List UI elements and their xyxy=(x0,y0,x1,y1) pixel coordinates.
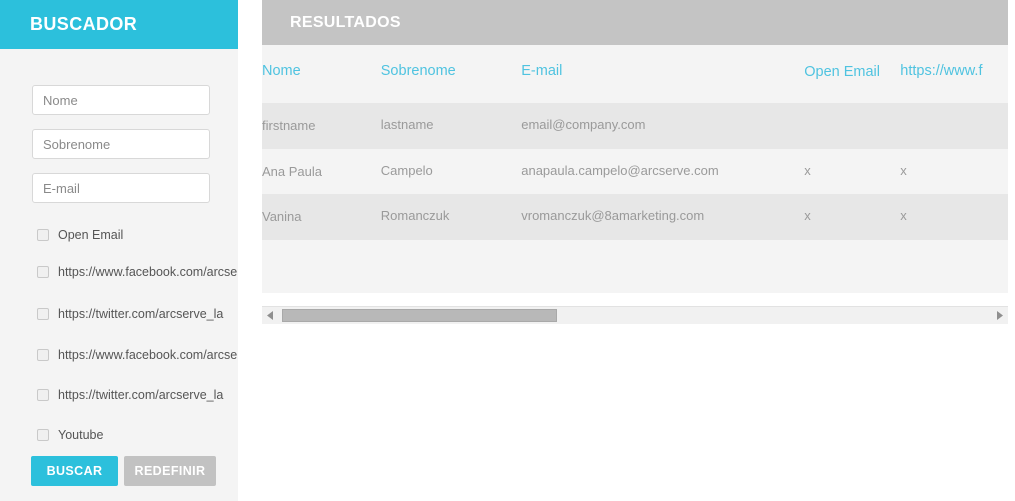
cell-email: email@company.com xyxy=(521,103,805,149)
nome-input[interactable] xyxy=(32,85,210,115)
search-panel: BUSCADOR Open Email https://www.facebook… xyxy=(0,0,238,501)
column-header-open-email[interactable]: Open Email xyxy=(804,45,901,103)
checkbox-label-facebook-1: https://www.facebook.com/arcservela xyxy=(58,265,238,279)
cell-nome: firstname xyxy=(262,103,381,149)
column-header-email[interactable]: E-mail xyxy=(521,45,805,103)
cell-sobrenome: Romanczuk xyxy=(380,194,522,240)
checkbox-facebook-1[interactable] xyxy=(37,266,49,278)
checkbox-twitter-1[interactable] xyxy=(37,308,49,320)
checkbox-label-twitter-2: https://twitter.com/arcserve_la xyxy=(58,388,224,402)
results-table: Nome Sobrenome E-mail Open Email https:/… xyxy=(262,45,1008,240)
column-header-nome[interactable]: Nome xyxy=(262,45,381,103)
search-button[interactable]: BUSCAR xyxy=(31,456,118,486)
scrollbar-track[interactable] xyxy=(278,307,992,324)
cell-facebook: x xyxy=(900,194,1008,240)
scroll-right-arrow-icon[interactable] xyxy=(992,307,1008,324)
column-header-facebook[interactable]: https://www.f xyxy=(900,45,1008,103)
checkbox-row-facebook-1[interactable]: https://www.facebook.com/arcservela xyxy=(33,263,238,281)
checkbox-row-youtube[interactable]: Youtube xyxy=(33,426,103,444)
cell-email: anapaula.campelo@arcserve.com xyxy=(521,148,805,195)
checkbox-row-twitter-1[interactable]: https://twitter.com/arcserve_la xyxy=(33,305,223,323)
cell-open-email xyxy=(804,103,901,149)
results-panel-header: RESULTADOS xyxy=(262,0,1008,45)
cell-sobrenome: lastname xyxy=(380,103,522,149)
results-panel-title: RESULTADOS xyxy=(290,13,401,31)
table-row[interactable]: Ana Paula Campelo anapaula.campelo@arcse… xyxy=(262,148,1008,195)
cell-open-email: x xyxy=(804,148,901,195)
checkbox-row-open-email[interactable]: Open Email xyxy=(33,226,123,244)
checkbox-label-open-email: Open Email xyxy=(58,228,124,242)
scroll-left-arrow-icon[interactable] xyxy=(262,307,278,324)
cell-nome: Ana Paula xyxy=(262,148,381,195)
cell-sobrenome: Campelo xyxy=(380,148,522,195)
email-input[interactable] xyxy=(32,173,210,203)
results-table-head: Nome Sobrenome E-mail Open Email https:/… xyxy=(262,45,1008,103)
checkbox-row-twitter-2[interactable]: https://twitter.com/arcserve_la xyxy=(33,386,223,404)
cell-facebook xyxy=(900,103,1008,149)
table-row[interactable]: Vanina Romanczuk vromanczuk@8amarketing.… xyxy=(262,194,1008,240)
results-panel: RESULTADOS Nome Sobrenome E-mail Open Em… xyxy=(262,0,1008,323)
checkbox-label-youtube: Youtube xyxy=(58,428,104,442)
checkbox-label-twitter-1: https://twitter.com/arcserve_la xyxy=(58,307,224,321)
checkbox-label-facebook-2: https://www.facebook.com/arcservela xyxy=(58,348,238,362)
cell-facebook: x xyxy=(900,148,1008,195)
reset-button[interactable]: REDEFINIR xyxy=(124,456,216,486)
search-panel-title: BUSCADOR xyxy=(30,14,138,34)
results-table-body: firstname lastname email@company.com Ana… xyxy=(262,103,1008,240)
results-horizontal-scrollbar[interactable] xyxy=(262,306,1008,324)
cell-open-email: x xyxy=(804,194,901,240)
search-panel-header: BUSCADOR xyxy=(0,0,238,49)
checkbox-row-facebook-2[interactable]: https://www.facebook.com/arcservela xyxy=(33,346,238,364)
sobrenome-input[interactable] xyxy=(32,129,210,159)
results-table-viewport: Nome Sobrenome E-mail Open Email https:/… xyxy=(262,45,1008,293)
cell-email: vromanczuk@8amarketing.com xyxy=(521,194,805,240)
checkbox-open-email[interactable] xyxy=(37,229,49,241)
cell-nome: Vanina xyxy=(262,194,381,240)
table-row[interactable]: firstname lastname email@company.com xyxy=(262,103,1008,149)
scrollbar-thumb[interactable] xyxy=(282,309,557,322)
checkbox-facebook-2[interactable] xyxy=(37,349,49,361)
checkbox-twitter-2[interactable] xyxy=(37,389,49,401)
table-header-row: Nome Sobrenome E-mail Open Email https:/… xyxy=(262,45,1008,103)
checkbox-youtube[interactable] xyxy=(37,429,49,441)
column-header-sobrenome[interactable]: Sobrenome xyxy=(380,45,522,103)
